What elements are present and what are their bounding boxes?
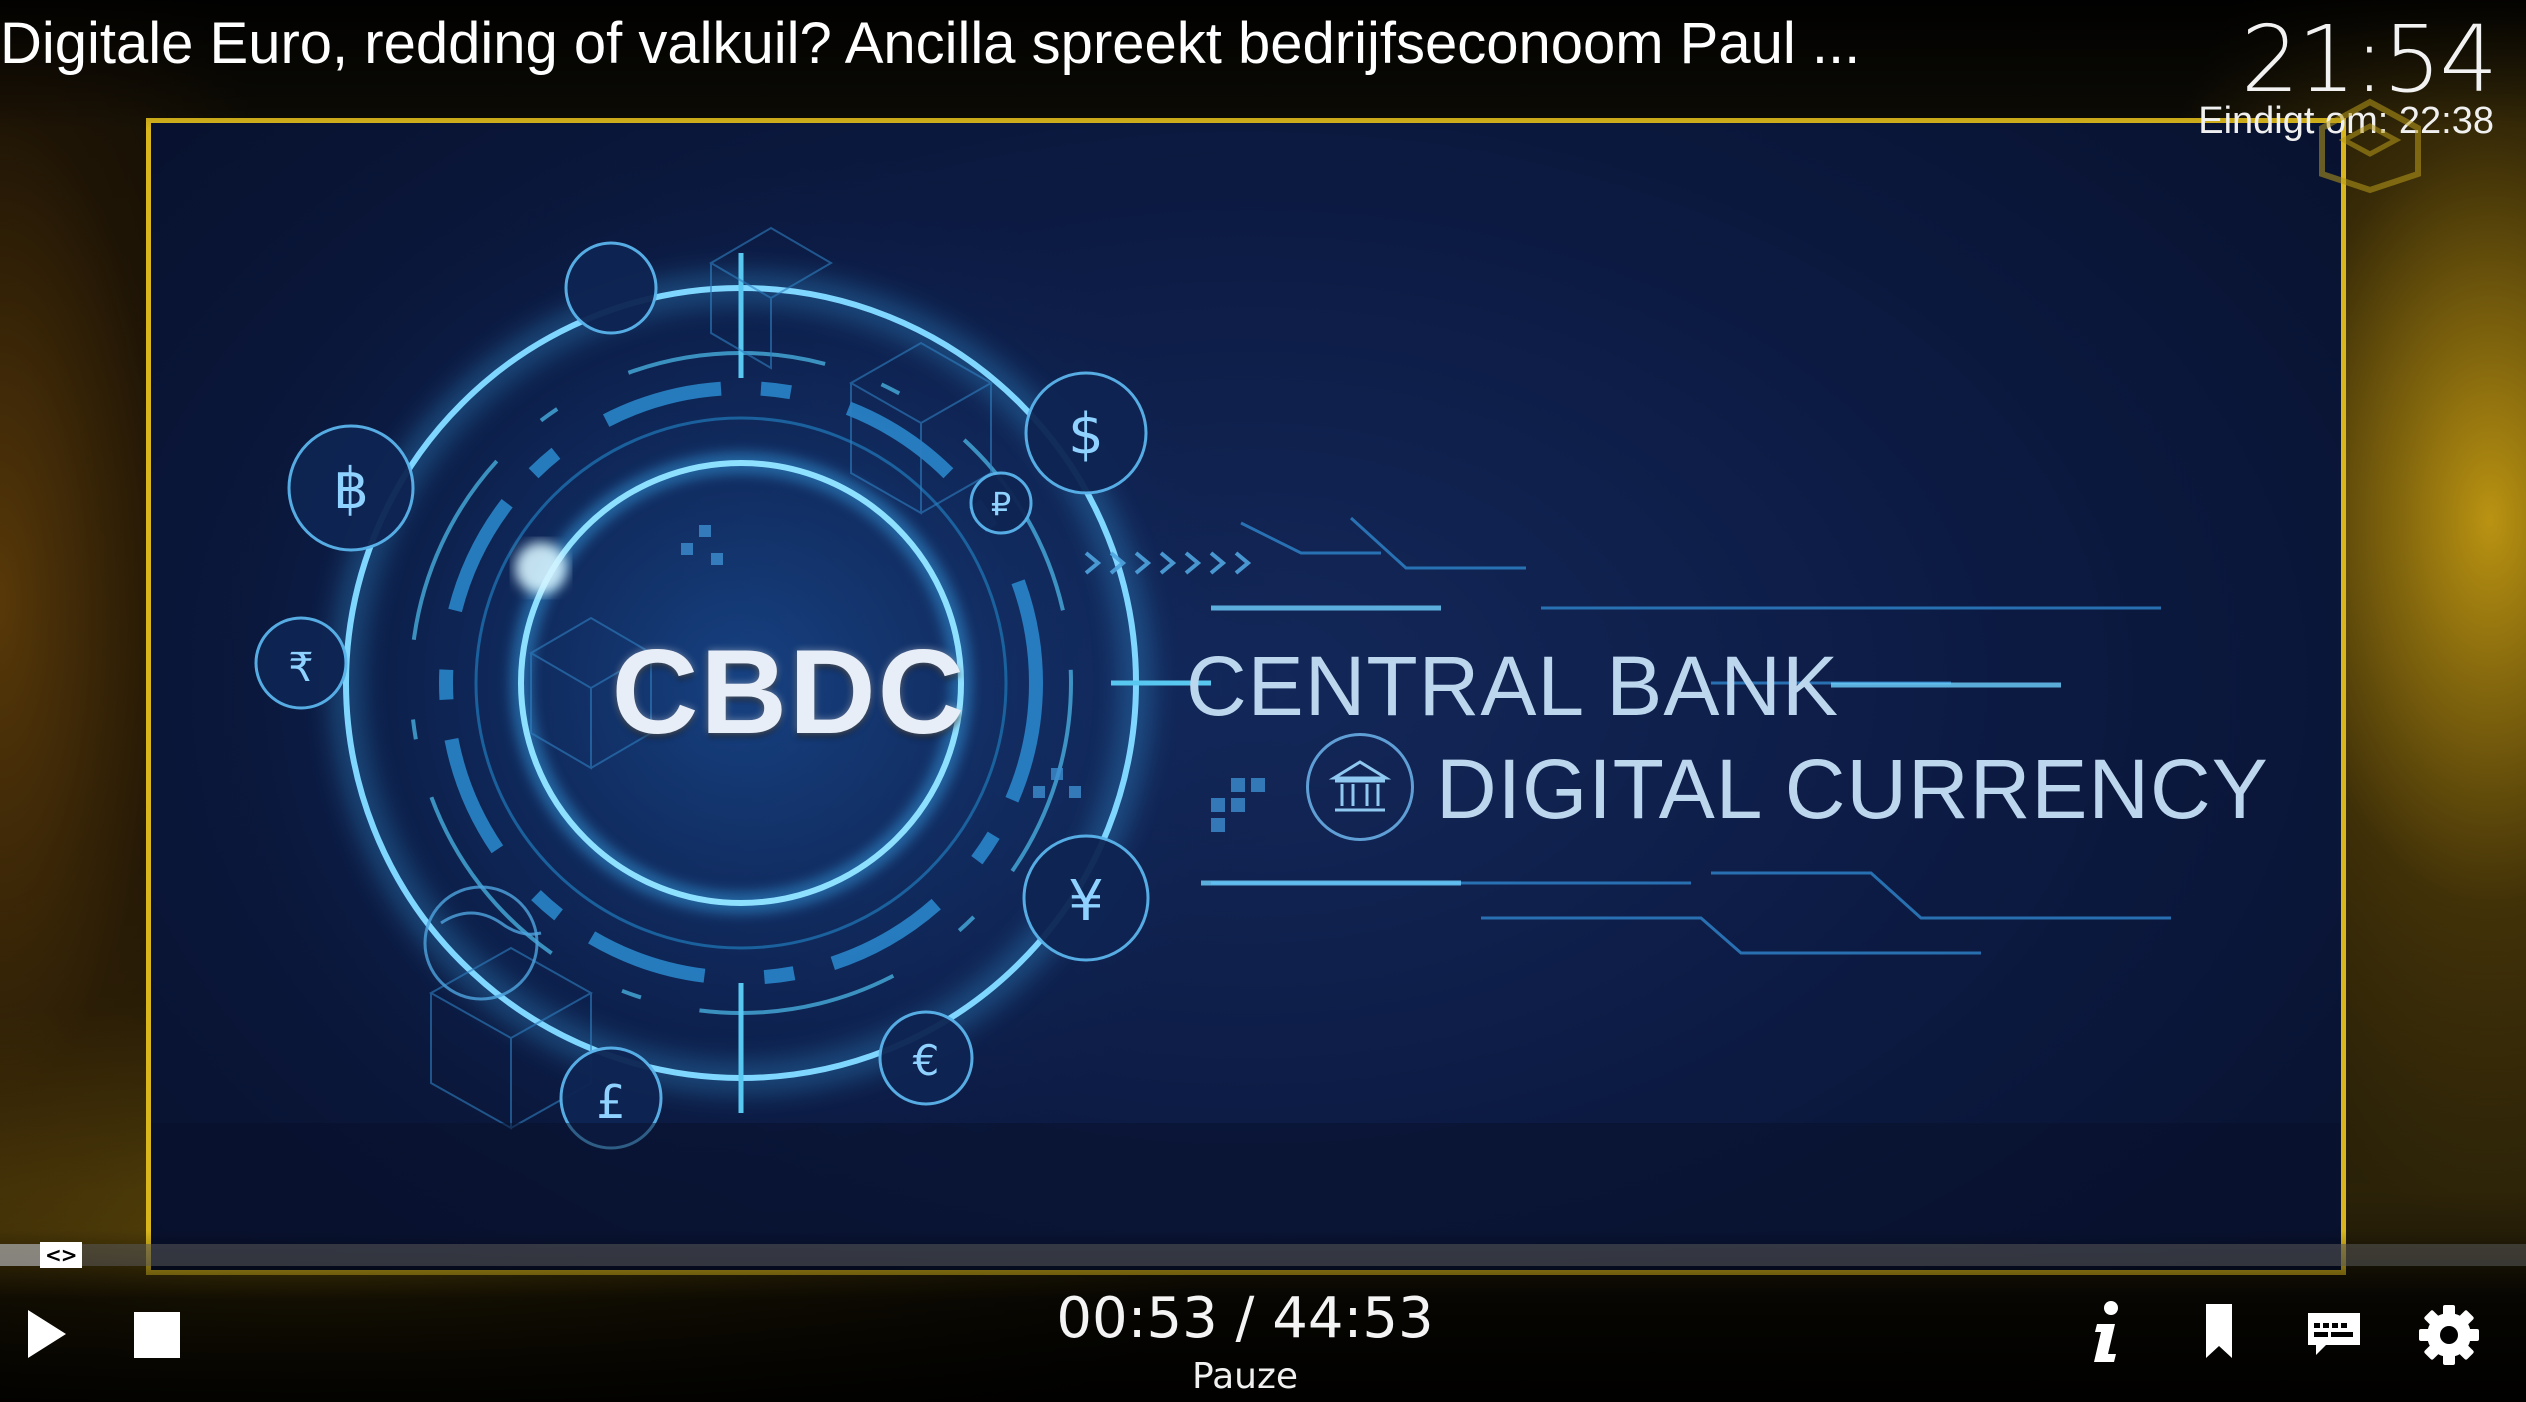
slide-cbdc-badge: CBDC [611,625,967,759]
svg-text:$: $ [1068,402,1104,467]
clock: 21:54 [2240,6,2498,113]
play-button[interactable] [22,1304,70,1364]
settings-button[interactable] [2418,1304,2480,1366]
playback-status: Pauze [1191,1356,1298,1397]
bookmark-button[interactable] [2204,1302,2234,1360]
seek-handle[interactable]: <> [39,1242,82,1268]
channel-logo-icon [2310,96,2430,200]
settings-icon [2419,1305,2479,1365]
svg-text:£: £ [596,1075,625,1129]
info-icon [2094,1301,2118,1362]
svg-text:¥: ¥ [1068,869,1104,934]
time-readout: 00:53 / 44:53 [1056,1286,1434,1351]
video-title: Digitale Euro, redding of valkuil? Ancil… [0,11,1861,76]
info-button[interactable] [2085,1300,2125,1366]
subtitles-button[interactable] [2305,1310,2363,1358]
subtitles-icon [2308,1313,2360,1355]
slide-line-digital-currency: DIGITAL CURRENCY [1436,742,2269,836]
svg-text:₽: ₽ [991,485,1011,523]
bookmark-icon [2206,1304,2232,1358]
svg-text:€: € [913,1036,940,1085]
stop-icon [134,1312,180,1358]
stop-button[interactable] [132,1310,182,1360]
svg-text:₹: ₹ [288,645,313,691]
bank-icon [1306,733,1414,841]
progress-bar[interactable] [0,1244,2526,1266]
slide-line-central-bank: CENTRAL BANK [1186,639,1840,733]
video-frame: ฿ ₹ $ ₽ ¥ € £ CBDC CENTRAL BANK DIGITAL … [146,118,2346,1275]
svg-text:฿: ฿ [333,457,369,522]
play-icon [28,1310,66,1358]
